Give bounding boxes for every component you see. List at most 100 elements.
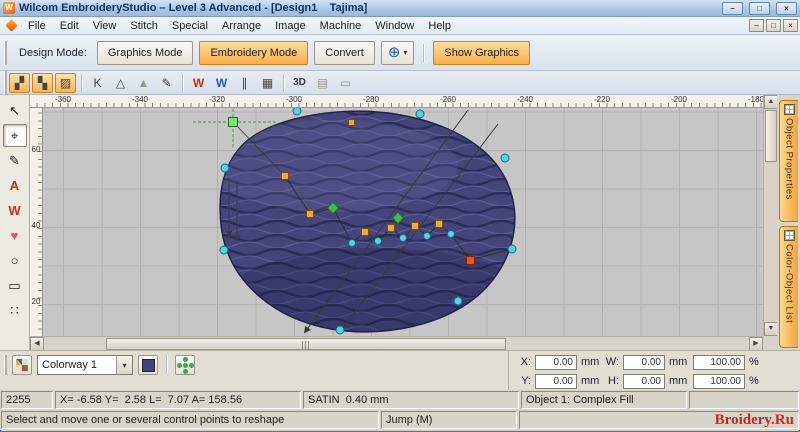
menu-item-file[interactable]: File <box>21 19 53 33</box>
pen-effect-icon[interactable]: ✎ <box>156 73 177 93</box>
menu-item-machine[interactable]: Machine <box>313 19 369 33</box>
menu-item-special[interactable]: Special <box>165 19 215 33</box>
horizontal-ruler: -360 -340 -320 -300 -280 -260 -240 -220 … <box>30 95 764 108</box>
arc-mode-icon[interactable]: K <box>87 73 108 93</box>
globe-icon: ⊕ <box>387 44 401 61</box>
menu-item-arrange[interactable]: Arrange <box>215 19 268 33</box>
menu-item-edit[interactable]: Edit <box>53 19 86 33</box>
ellipse-tool[interactable]: ○ <box>3 249 27 272</box>
title-bar: W Wilcom EmbroideryStudio – Level 3 Adva… <box>0 0 800 17</box>
frame-effect-icon[interactable]: ▭ <box>335 73 356 93</box>
separator <box>283 73 284 92</box>
list-icon <box>783 230 795 241</box>
exit-point-handle[interactable] <box>466 256 475 265</box>
pencil-tool[interactable]: ✎ <box>3 149 27 172</box>
mdi-restore-button[interactable]: □ <box>766 19 781 32</box>
tab-object-properties[interactable]: Object Properties <box>779 100 798 222</box>
unit-label: mm <box>581 375 600 387</box>
menu-item-help[interactable]: Help <box>421 19 458 33</box>
width-field[interactable] <box>623 354 665 370</box>
ruler-label: 20 <box>31 297 41 306</box>
app-icon: W <box>3 2 15 14</box>
rectangle-tool[interactable]: ▭ <box>3 274 27 297</box>
close-button[interactable]: × <box>776 1 797 15</box>
ruler-label: -220 <box>593 95 610 104</box>
ruler-label: 40 <box>31 221 41 230</box>
thread-colors-button[interactable] <box>12 355 32 375</box>
hint-text: Select and move one or several control p… <box>1 411 379 429</box>
embroidery-mode-button[interactable]: Embroidery Mode <box>199 40 309 65</box>
maximize-button[interactable]: □ <box>749 1 770 15</box>
shapes-tool[interactable]: ♥ <box>3 224 27 247</box>
window-title: Wilcom EmbroideryStudio – Level 3 Advanc… <box>19 2 368 14</box>
percent-label: % <box>749 356 759 368</box>
graphics-mode-button[interactable]: Graphics Mode <box>96 40 194 65</box>
triangle-filled-icon[interactable]: ▲ <box>133 73 154 93</box>
wave-effect-blue-icon[interactable]: W <box>211 73 232 93</box>
scale-x-field[interactable] <box>693 354 745 370</box>
select-tool[interactable]: ↖ <box>3 99 27 122</box>
current-color-swatch <box>141 358 155 372</box>
minimize-button[interactable]: – <box>722 1 743 15</box>
tab-color-object-list[interactable]: Color-Object List <box>779 226 798 348</box>
scale-y-field[interactable] <box>693 373 745 389</box>
fill-stitch-select-icon[interactable]: ▨ <box>55 72 76 93</box>
ruler-label: -320 <box>208 95 225 104</box>
design-canvas[interactable] <box>43 108 763 336</box>
scroll-up-button[interactable]: ▲ <box>764 95 778 109</box>
mdi-minimize-button[interactable]: – <box>749 19 764 32</box>
colorway-select[interactable]: Colorway 1 ▾ <box>37 355 133 375</box>
menu-item-image[interactable]: Image <box>268 19 313 33</box>
toolbar-grip[interactable] <box>4 40 7 65</box>
menu-item-stitch[interactable]: Stitch <box>123 19 165 33</box>
ruler-label: -240 <box>516 95 533 104</box>
horizontal-scrollbar[interactable]: ◀ ▶ <box>30 336 763 351</box>
scrollbar-corner <box>763 336 777 350</box>
scroll-left-button[interactable]: ◀ <box>30 337 44 351</box>
anchor-handle[interactable] <box>228 117 238 127</box>
nodes-tool[interactable]: ∷ <box>3 299 27 322</box>
scroll-down-button[interactable]: ▼ <box>764 322 778 336</box>
horizontal-scroll-thumb[interactable] <box>106 338 506 350</box>
w-label: W: <box>605 356 619 368</box>
texture-effect-icon[interactable]: ▤ <box>312 73 333 93</box>
stitch-toolbar: ▞ ▚ ▨ K △ ▲ ✎ W W ∥ ▦ 3D ▤ ▭ <box>0 70 800 95</box>
document-icon <box>5 19 18 32</box>
current-color-button[interactable] <box>138 355 158 375</box>
edit-colorway-button[interactable] <box>175 355 195 375</box>
monogram-tool[interactable]: W <box>3 199 27 222</box>
convert-button[interactable]: Convert <box>314 40 375 65</box>
vertical-scrollbar[interactable]: ▲ ▼ <box>763 95 778 336</box>
toolbar-grip[interactable] <box>4 355 7 375</box>
pattern-grid-icon[interactable]: ▦ <box>257 73 278 93</box>
mdi-close-button[interactable]: × <box>783 19 798 32</box>
hoop-globe-button[interactable]: ⊕ ▾ <box>380 40 415 65</box>
menu-item-view[interactable]: View <box>86 19 124 33</box>
menu-item-window[interactable]: Window <box>368 19 421 33</box>
parallel-columns-icon[interactable]: ∥ <box>234 73 255 93</box>
show-graphics-button[interactable]: Show Graphics <box>433 40 531 65</box>
object-info: Object 1: Complex Fill <box>521 391 687 409</box>
thumb-grip <box>302 341 311 349</box>
color-palette-bar: Colorway 1 ▾ <box>0 350 508 390</box>
run-stitch-select-icon[interactable]: ▞ <box>9 72 30 93</box>
separator <box>423 43 425 62</box>
prompt-bar: Select and move one or several control p… <box>0 410 800 430</box>
vertical-scroll-thumb[interactable] <box>765 110 777 162</box>
design-svg <box>193 108 517 335</box>
lettering-tool[interactable]: A <box>3 174 27 197</box>
y-field[interactable] <box>535 373 577 389</box>
toolbox: ↖ ⌖ ✎ A W ♥ ○ ▭ ∷ <box>0 95 30 350</box>
separator <box>81 73 82 92</box>
chevron-down-icon[interactable]: ▾ <box>116 356 132 374</box>
reshape-tool[interactable]: ⌖ <box>2 124 27 147</box>
x-field[interactable] <box>535 354 577 370</box>
satin-stitch-select-icon[interactable]: ▚ <box>32 72 53 93</box>
three-d-toggle[interactable]: 3D <box>289 73 310 93</box>
ruler-label: 60 <box>31 145 41 154</box>
toolbar-grip[interactable] <box>4 70 7 95</box>
triangle-outline-icon[interactable]: △ <box>110 73 131 93</box>
scroll-right-button[interactable]: ▶ <box>749 337 763 351</box>
height-field[interactable] <box>623 373 665 389</box>
wave-effect-red-icon[interactable]: W <box>188 73 209 93</box>
